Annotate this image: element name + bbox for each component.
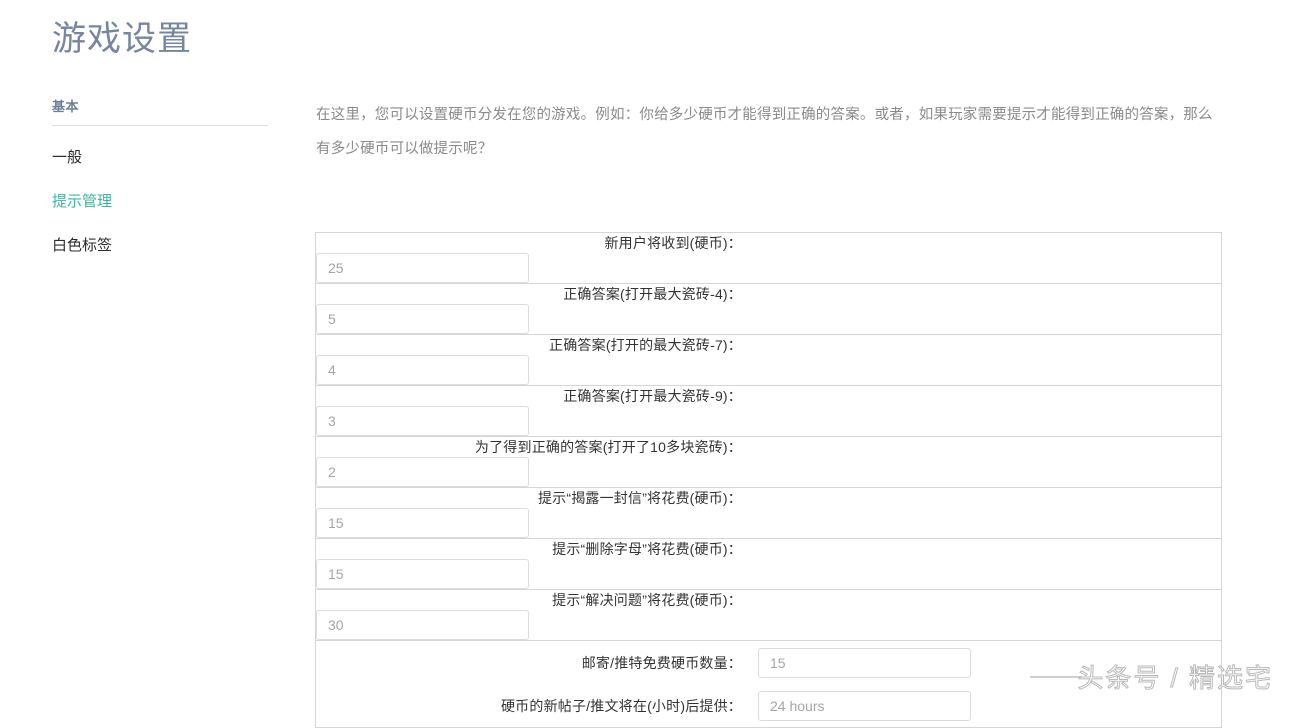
field-label: 正确答案(打开的最大瓷砖-7)：	[549, 337, 742, 353]
field-label: 为了得到正确的答案(打开了10多块瓷砖)：	[474, 439, 742, 455]
form-field-row: 为了得到正确的答案(打开了10多块瓷砖)：	[316, 437, 758, 487]
field-label: 硬币的新帖子/推文将在(小时)后提供：	[500, 697, 742, 714]
form-field-row: 邮寄/推特免费硬币数量：	[316, 641, 1221, 684]
form-field-row: 正确答案(打开的最大瓷砖-7)：	[316, 335, 758, 385]
form-field-row: 正确答案(打开最大瓷砖-4)：	[316, 284, 758, 334]
field-label: 提示“删除字母”将花费(硬币)：	[552, 541, 742, 557]
field-label: 新用户将收到(硬币)：	[604, 235, 742, 251]
sidebar-heading: 基本	[52, 99, 80, 114]
form-field-row: 新用户将收到(硬币)：	[316, 233, 758, 283]
table-row-group: 邮寄/推特免费硬币数量： 硬币的新帖子/推文将在(小时)后提供：	[316, 641, 1221, 727]
form-field-row: 正确答案(打开最大瓷砖-9)：	[316, 386, 758, 436]
sidebar-nav-list: 一般 提示管理 白色标签	[52, 126, 268, 268]
field-input[interactable]	[316, 610, 529, 640]
table-row: 提示“删除字母”将花费(硬币)：	[316, 539, 1221, 590]
table-row: 正确答案(打开的最大瓷砖-7)：	[316, 335, 1221, 386]
sidebar-item-2[interactable]: 白色标签	[52, 224, 268, 268]
field-input[interactable]	[316, 559, 529, 589]
table-row: 为了得到正确的答案(打开了10多块瓷砖)：	[316, 437, 1221, 488]
form-field-row: 提示“解决问题”将花费(硬币)：	[316, 590, 758, 640]
table-row: 正确答案(打开最大瓷砖-4)：	[316, 284, 1221, 335]
field-input[interactable]	[316, 355, 529, 385]
hint-settings-form: 新用户将收到(硬币)： 正确答案(打开最大瓷砖-4)： 正确答案(打开的最大瓷砖-7…	[315, 232, 1222, 728]
form-field-row: 提示“删除字母”将花费(硬币)：	[316, 539, 758, 589]
field-label: 提示“揭露一封信”将花费(硬币)：	[537, 490, 742, 506]
table-row: 提示“解决问题”将花费(硬币)：	[316, 590, 1221, 641]
field-label: 邮寄/推特免费硬币数量：	[581, 654, 742, 671]
main-content: 在这里，您可以设置硬币分发在您的游戏。例如：你给多少硬币才能得到正确的答案。或者…	[316, 98, 1224, 166]
sidebar-item-0[interactable]: 一般	[52, 126, 268, 180]
sidebar-item-1[interactable]: 提示管理	[52, 180, 268, 224]
form-field-row: 提示“揭露一封信”将花费(硬币)：	[316, 488, 758, 538]
page-title: 游戏设置	[52, 21, 192, 58]
field-input[interactable]	[316, 253, 529, 283]
field-input[interactable]	[758, 647, 971, 678]
field-input[interactable]	[316, 457, 529, 487]
field-label: 提示“解决问题”将花费(硬币)：	[552, 592, 742, 608]
sidebar: 基本 一般 提示管理 白色标签	[52, 98, 268, 268]
field-input[interactable]	[316, 304, 529, 334]
field-input[interactable]	[758, 690, 971, 721]
table-row: 提示“揭露一封信”将花费(硬币)：	[316, 488, 1221, 539]
form-field-row: 硬币的新帖子/推文将在(小时)后提供：	[316, 684, 1221, 727]
table-row: 新用户将收到(硬币)：	[316, 233, 1221, 284]
field-label: 正确答案(打开最大瓷砖-9)：	[563, 388, 742, 404]
field-input[interactable]	[316, 406, 529, 436]
intro-paragraph: 在这里，您可以设置硬币分发在您的游戏。例如：你给多少硬币才能得到正确的答案。或者…	[316, 107, 1213, 157]
table-row: 正确答案(打开最大瓷砖-9)：	[316, 386, 1221, 437]
field-label: 正确答案(打开最大瓷砖-4)：	[563, 286, 742, 302]
field-input[interactable]	[316, 508, 529, 538]
